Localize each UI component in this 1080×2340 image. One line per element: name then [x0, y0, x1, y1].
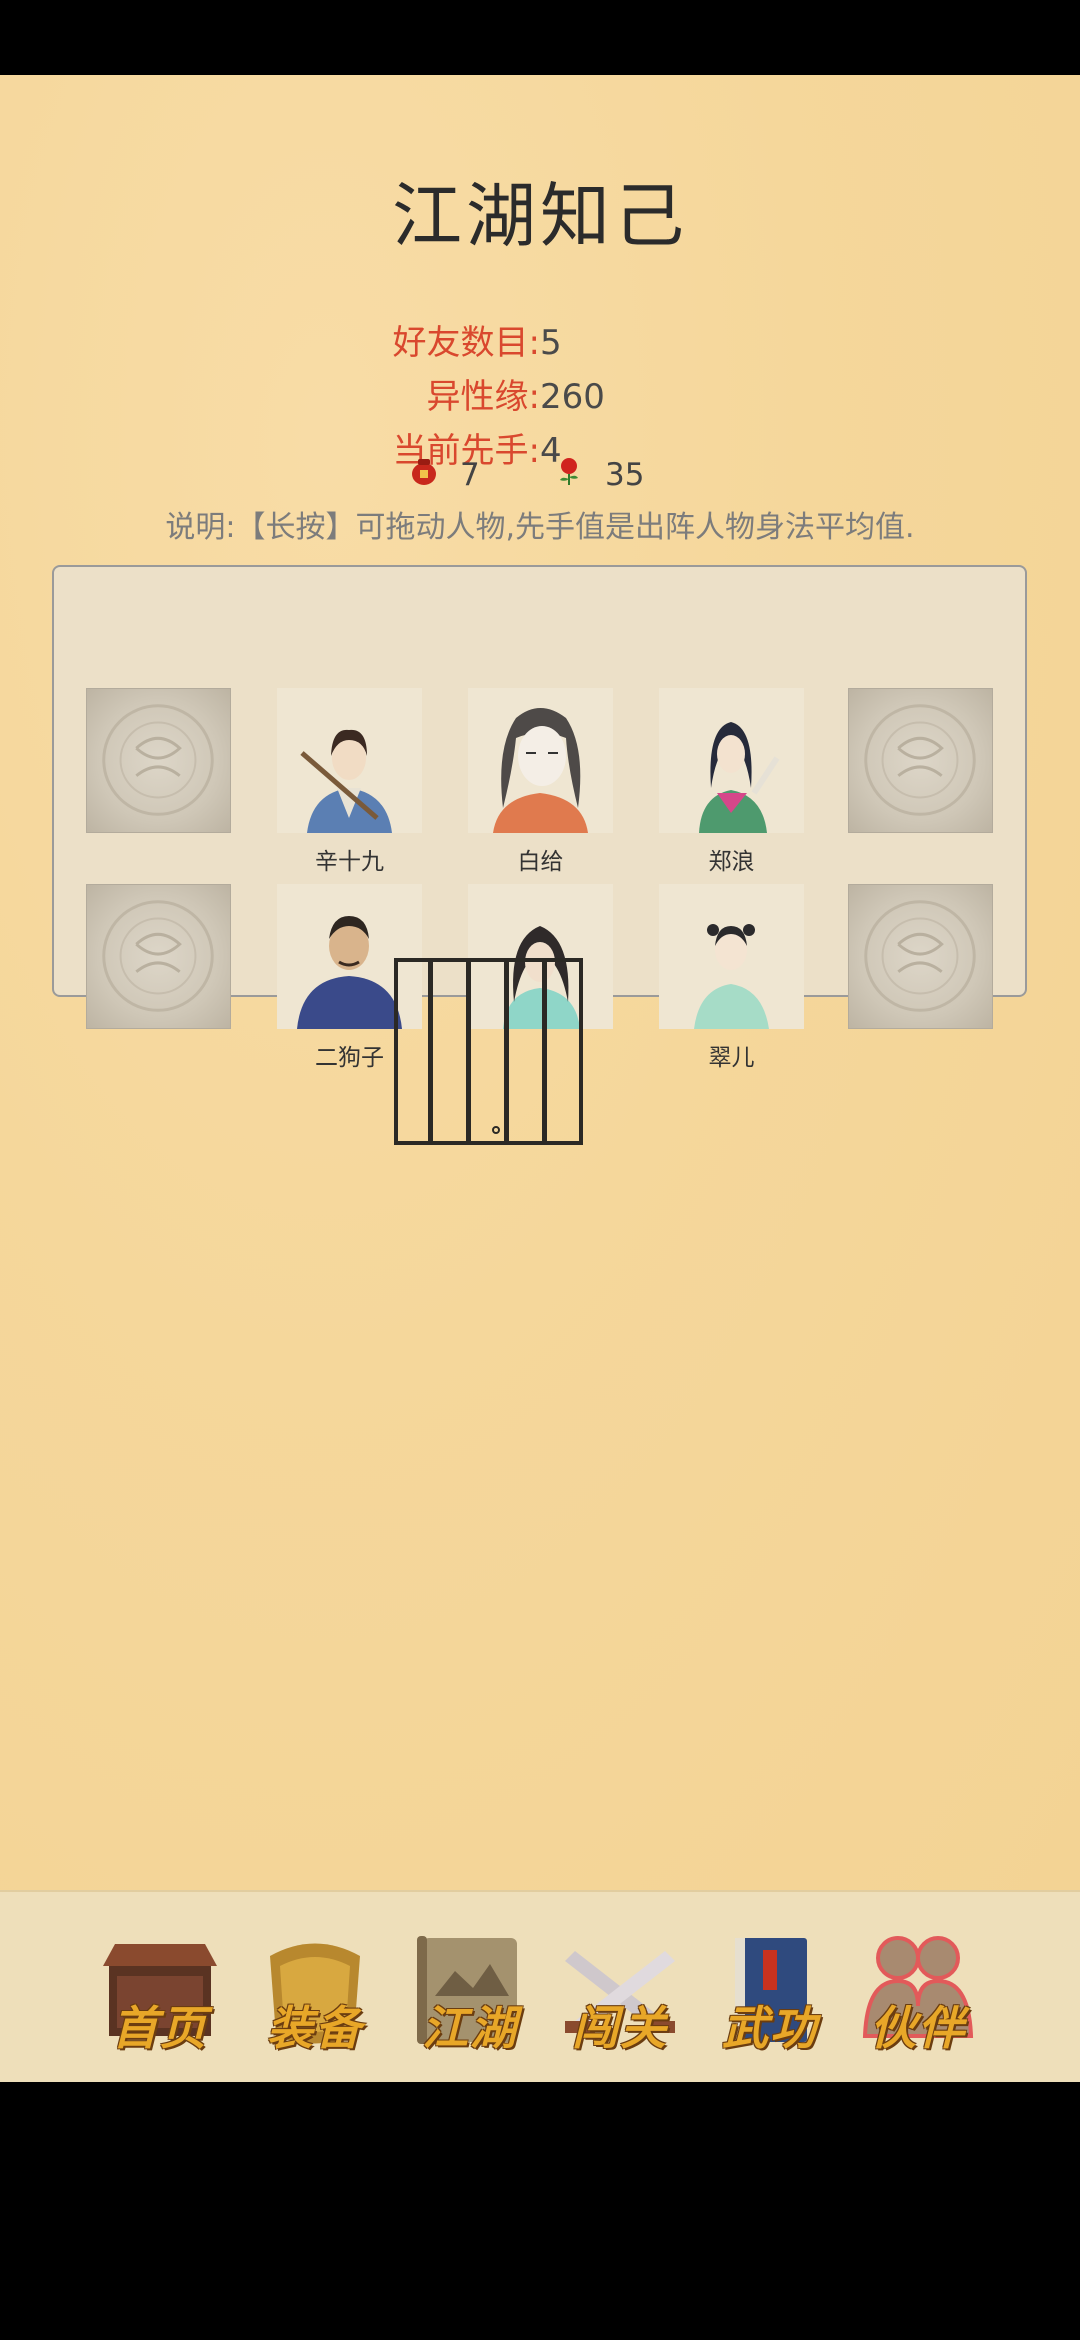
- character-card-zhenglang[interactable]: [659, 688, 804, 833]
- stat-value: 5: [540, 323, 562, 363]
- character-name: 郑浪: [708, 849, 755, 875]
- nav-label: 闯关: [572, 2001, 668, 2055]
- nav-label: 武功: [722, 2001, 818, 2055]
- system-nav-area: [0, 2082, 1080, 2340]
- wine-count: 7: [460, 457, 480, 493]
- empty-slot[interactable]: [848, 688, 993, 833]
- character-card-xin[interactable]: [277, 688, 422, 833]
- stat-charm: 异性缘:260: [427, 369, 605, 418]
- rose-counter: 35: [555, 456, 644, 494]
- nav-label: 首页: [112, 2001, 208, 2055]
- zhenglang-portrait-icon: [699, 722, 780, 833]
- nav-equipment[interactable]: 装备: [250, 1926, 380, 2056]
- cage-lock-overlay: [394, 958, 583, 1145]
- rose-icon: [555, 456, 583, 494]
- empty-slot[interactable]: [848, 884, 993, 1029]
- stat-label: 好友数目:: [392, 323, 540, 363]
- baigei-portrait-icon: [493, 708, 588, 833]
- cuier-portrait-icon: [694, 924, 769, 1029]
- nav-jianghu[interactable]: 江湖: [405, 1926, 535, 2056]
- nav-challenge[interactable]: 闯关: [555, 1926, 685, 2056]
- rose-count: 35: [605, 457, 645, 493]
- character-card-baigei[interactable]: [468, 688, 613, 833]
- wine-counter: 7: [410, 456, 480, 494]
- wine-jar-icon: [410, 456, 438, 494]
- status-bar: [0, 0, 1080, 75]
- stat-label: 异性缘:: [426, 377, 540, 417]
- nav-label: 伙伴: [870, 2001, 966, 2055]
- character-name: 白给: [517, 849, 564, 875]
- page-title: 江湖知己: [392, 175, 688, 257]
- nav-home[interactable]: 首页: [95, 1926, 225, 2056]
- nav-label: 江湖: [422, 2001, 518, 2055]
- stat-friend-count: 好友数目:5: [393, 315, 562, 364]
- character-name: 辛十九: [315, 849, 384, 875]
- empty-slot[interactable]: [86, 884, 231, 1029]
- character-name: 翠儿: [708, 1045, 755, 1071]
- instruction-note: 说明:【长按】可拖动人物,先手值是出阵人物身法平均值.: [165, 510, 915, 545]
- xin-portrait-icon: [300, 729, 392, 833]
- nav-partners[interactable]: 伙伴: [853, 1926, 983, 2056]
- nav-martial-arts[interactable]: 武功: [705, 1926, 835, 2056]
- nav-label: 装备: [267, 2001, 363, 2055]
- stat-value: 260: [540, 377, 605, 417]
- character-card-cuier[interactable]: [659, 884, 804, 1029]
- empty-slot[interactable]: [86, 688, 231, 833]
- bottom-nav: 首页 装备 江湖 闯关 武功 伙伴: [0, 1890, 1080, 2084]
